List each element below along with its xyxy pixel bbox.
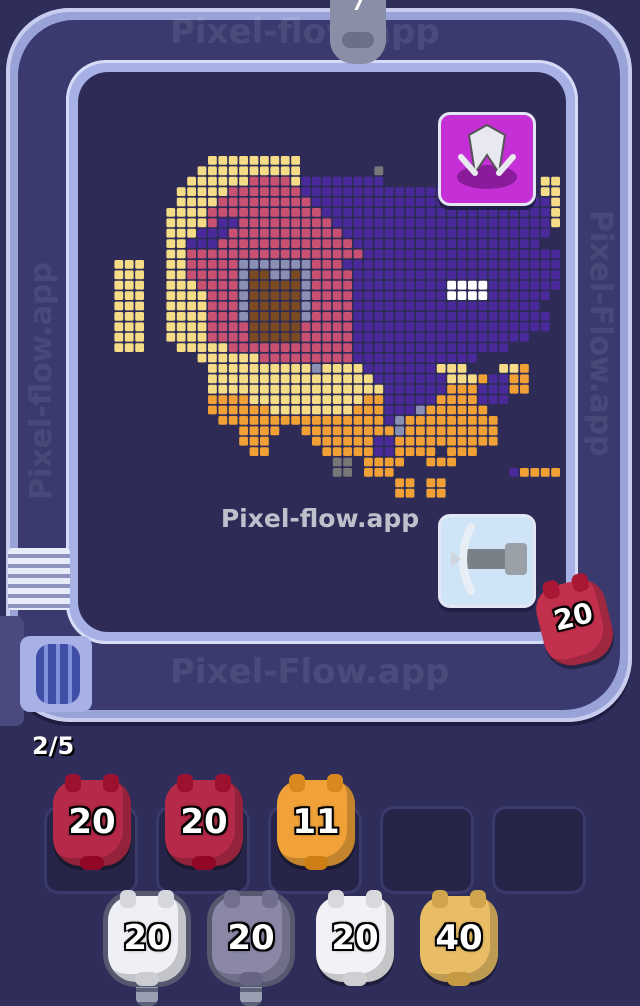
snout-icon (80, 856, 104, 870)
slot-pig-count: 11 (292, 802, 340, 842)
reserve-queue: 20 20 20 40 (104, 890, 544, 1006)
watermark-left: Pixel-flow.app (24, 262, 59, 500)
watermark-top: Pixel-flow.app (170, 12, 440, 52)
queue-counter: 2/5 (32, 732, 75, 760)
slot-pig[interactable]: 11 (277, 774, 355, 870)
empty-slot[interactable] (492, 806, 586, 894)
reserve-pig[interactable]: 40 (420, 890, 498, 986)
slot-pig[interactable]: 20 (165, 774, 243, 870)
snout-icon (192, 856, 216, 870)
slot-pig-count: 20 (180, 802, 228, 842)
slot-pig-count: 20 (68, 802, 116, 842)
reserve-pig-count: 40 (435, 918, 483, 958)
reserve-pig[interactable]: 20 (316, 890, 394, 986)
active-slots: 20 20 11 (44, 774, 604, 894)
watermark-center: Pixel-flow.app (220, 504, 420, 533)
top-mascot-icon: 7 (330, 0, 386, 64)
snout-icon (447, 972, 471, 986)
watermark-right: Pixel-Flow.app (583, 210, 618, 457)
reserve-pig[interactable]: 20 (212, 890, 290, 986)
claw-icon (457, 123, 517, 189)
snout-icon (304, 856, 328, 870)
reserve-pig[interactable]: 20 (108, 890, 186, 986)
snout-icon (343, 972, 367, 986)
pig-dispenser (0, 616, 94, 726)
reserve-pig-count: 20 (331, 918, 379, 958)
funnel-grate (8, 548, 70, 610)
top-counter: 7 (351, 0, 365, 15)
snout-icon (135, 972, 159, 986)
claw-shooter[interactable] (438, 112, 536, 206)
snout-icon (239, 972, 263, 986)
conveyor-pig-count: 20 (550, 595, 597, 638)
watermark-bottom: Pixel-Flow.app (170, 652, 450, 692)
reserve-pig-count: 20 (227, 918, 275, 958)
reserve-pig-count: 20 (123, 918, 171, 958)
empty-slot[interactable] (380, 806, 474, 894)
slot-pig[interactable]: 20 (53, 774, 131, 870)
